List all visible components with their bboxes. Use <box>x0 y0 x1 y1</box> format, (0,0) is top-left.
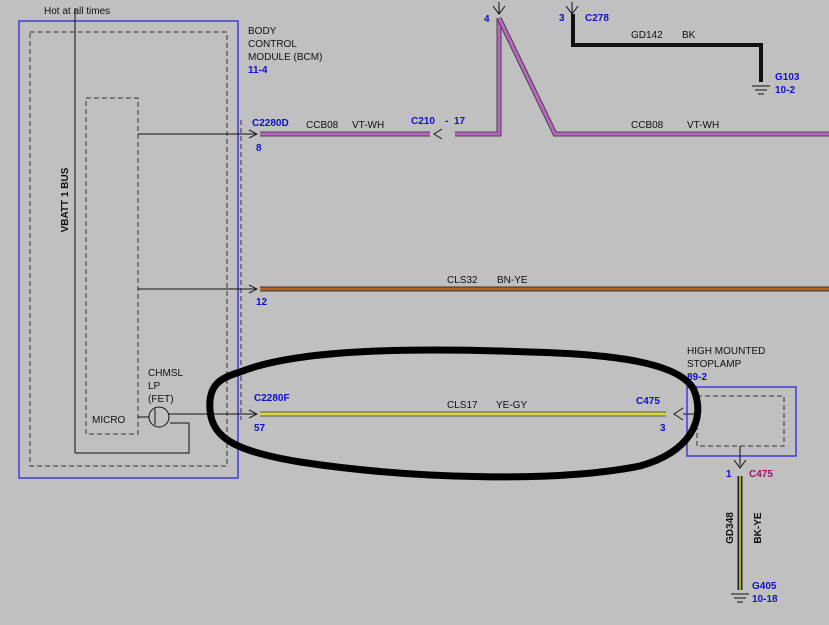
g103-ground-icon <box>752 85 770 95</box>
splice-pin: 4 <box>484 14 490 25</box>
g103-ref: 10-2 <box>775 85 795 96</box>
micro-dashed-box <box>85 97 139 435</box>
cls17-circuit: CLS17 <box>447 400 478 411</box>
vbatt-bus-label: VBATT 1 BUS <box>60 167 71 232</box>
c210-connector: C210 <box>411 116 435 127</box>
stoplamp-name: HIGH MOUNTED STOPLAMP <box>687 346 768 370</box>
stoplamp-inner-dashed <box>696 395 785 447</box>
bcm-module-outline <box>18 20 239 479</box>
bcm-ref: 11-4 <box>248 65 268 76</box>
bcm-name: BODY CONTROL MODULE (BCM) <box>248 26 322 63</box>
cls17-color: YE-GY <box>496 400 527 411</box>
micro-label: MICRO <box>92 415 126 426</box>
gd142-wire <box>571 14 763 82</box>
c475-pin: 3 <box>660 423 666 434</box>
c475-ground-pin: 1 <box>726 469 732 480</box>
gd142-color: BK <box>682 30 696 41</box>
hot-at-all-times-label: Hot at all times <box>44 6 110 17</box>
ccb08-right-circuit: CCB08 <box>631 120 664 131</box>
c475-ground-connector: C475 <box>749 469 773 480</box>
cls32-color: BN-YE <box>497 275 528 286</box>
cls32-pin: 12 <box>256 297 268 308</box>
c475-connector: C475 <box>636 396 660 407</box>
cls32-circuit: CLS32 <box>447 275 478 286</box>
c2280f-connector: C2280F <box>254 393 290 404</box>
ccb08-color: VT-WH <box>352 120 384 131</box>
c2280f-pin: 57 <box>254 423 266 434</box>
c2280d-pin: 8 <box>256 143 262 154</box>
g405-ground-icon <box>731 593 749 603</box>
wiring-diagram: Hot at all times VBATT 1 BUS BODY CONTRO… <box>18 2 829 605</box>
splice-icon <box>492 2 506 15</box>
c210-pin: 17 <box>454 116 466 127</box>
c278-connector-icon <box>565 2 579 15</box>
g405-ground: G405 <box>752 581 777 592</box>
chmsl-return-line <box>75 422 190 454</box>
gd142-circuit: GD142 <box>631 30 663 41</box>
c210-dash: - <box>445 116 448 127</box>
c278-connector: C278 <box>585 13 609 24</box>
g103-ground: G103 <box>775 72 800 83</box>
g405-ref: 10-18 <box>752 594 778 605</box>
c475-arrow <box>673 407 684 421</box>
c2280d-connector: C2280D <box>252 118 289 129</box>
ccb08-right-color: VT-WH <box>687 120 719 131</box>
chmsl-fet-label: CHMSL LP (FET) <box>148 368 185 405</box>
gd348-color: BK-YE <box>753 512 764 543</box>
bcm-inner-dashed-box <box>29 31 228 467</box>
c210-arrow <box>433 128 443 140</box>
c278-pin: 3 <box>559 13 565 24</box>
ccb08-circuit: CCB08 <box>306 120 339 131</box>
fet-symbol <box>148 406 170 428</box>
gd348-circuit: GD348 <box>725 512 736 544</box>
